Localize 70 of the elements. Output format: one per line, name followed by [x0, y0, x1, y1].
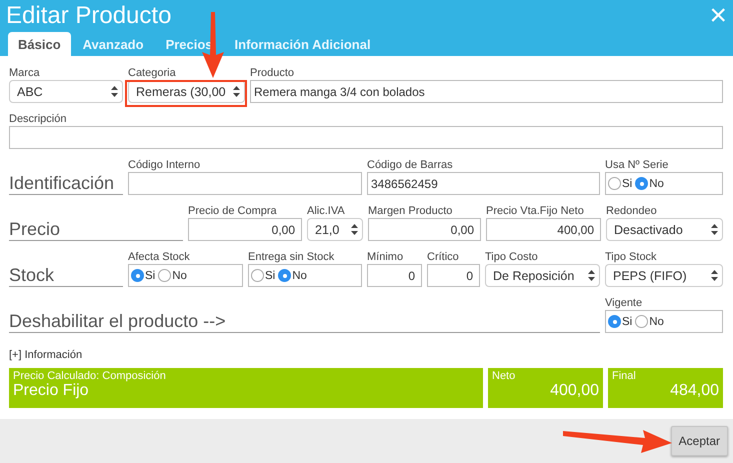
- radio-label: No: [649, 316, 664, 328]
- radio-button[interactable]: [158, 269, 172, 282]
- section-heading: Identificación: [9, 172, 123, 195]
- radio-label: Si: [622, 178, 632, 190]
- select-field[interactable]: 21,0: [307, 218, 363, 241]
- input-field[interactable]: [9, 126, 723, 149]
- radio-button[interactable]: [131, 269, 144, 282]
- field-label: Producto: [250, 66, 296, 80]
- field-label: Categoria: [128, 66, 177, 80]
- section-heading: Precio: [9, 218, 183, 241]
- input-field[interactable]: 0,00: [188, 218, 302, 241]
- radio-label: Si: [265, 270, 276, 282]
- input-field[interactable]: Remera manga 3/4 con bolados: [250, 80, 723, 103]
- tab[interactable]: Básico: [8, 32, 71, 56]
- field-label: Crítico: [427, 250, 460, 264]
- field-label: Redondeo: [606, 204, 658, 218]
- field-label: Mínimo: [367, 250, 404, 264]
- summary-value: Precio Fijo: [13, 382, 89, 400]
- select-field[interactable]: De Reposición: [485, 264, 600, 287]
- radio-label: Si: [622, 316, 632, 328]
- select-field[interactable]: ABC: [9, 80, 123, 103]
- input-field[interactable]: 0,00: [368, 218, 481, 241]
- summary-value: 400,00: [550, 382, 599, 400]
- field-label: Precio de Compra: [188, 204, 278, 218]
- radio-label: Si: [145, 270, 156, 282]
- field-label: Entrega sin Stock: [248, 250, 336, 264]
- caret-icon: [711, 270, 718, 281]
- input-field[interactable]: [128, 172, 362, 195]
- window-title: Editar Producto: [6, 2, 172, 30]
- summary-label: Precio Calculado: Composición: [13, 370, 167, 382]
- field-label: Usa Nº Serie: [605, 158, 670, 172]
- input-field[interactable]: 0: [367, 264, 422, 287]
- caret-icon: [111, 86, 118, 97]
- input-field[interactable]: 400,00: [486, 218, 601, 241]
- caret-icon: [588, 270, 595, 281]
- summary-value: 484,00: [670, 382, 719, 400]
- select-field[interactable]: PEPS (FIFO): [605, 264, 723, 287]
- section-heading: Stock: [9, 264, 123, 287]
- select-field[interactable]: Desactivado: [606, 218, 723, 241]
- section-heading: Deshabilitar el producto -->: [9, 310, 600, 333]
- radio-button[interactable]: [635, 315, 648, 328]
- field-label: Descripción: [9, 112, 68, 126]
- field-label: Vigente: [605, 296, 644, 310]
- radio-label: No: [649, 178, 664, 190]
- field-label: Precio Vta.Fijo Neto: [486, 204, 585, 218]
- radio-button[interactable]: [608, 315, 621, 328]
- field-label: Tipo Stock: [605, 250, 658, 264]
- radio-button[interactable]: [608, 177, 621, 190]
- input-field[interactable]: 3486562459: [367, 172, 600, 195]
- radio-button[interactable]: [278, 269, 292, 282]
- caret-icon: [711, 224, 718, 235]
- field-label: Código de Barras: [367, 158, 454, 172]
- info-link[interactable]: [+] Información: [9, 349, 723, 361]
- field-label: Margen Producto: [368, 204, 454, 218]
- input-field[interactable]: 0: [427, 264, 480, 287]
- field-label: Alic.IVA: [307, 204, 346, 218]
- field-label: Código Interno: [128, 158, 202, 172]
- field-label: Tipo Costo: [485, 250, 539, 264]
- accept-button[interactable]: Aceptar: [670, 426, 728, 456]
- caret-icon: [351, 224, 358, 235]
- field-label: Marca: [9, 66, 41, 80]
- field-label: Afecta Stock: [128, 250, 191, 264]
- radio-button[interactable]: [251, 269, 264, 282]
- radio-label: No: [292, 270, 307, 282]
- summary-label: Final: [612, 370, 637, 382]
- select-field[interactable]: Remeras (30,00: [128, 80, 245, 103]
- radio-button[interactable]: [635, 177, 648, 190]
- radio-label: No: [172, 270, 187, 282]
- summary-label: Neto: [492, 370, 516, 382]
- caret-icon: [233, 86, 240, 97]
